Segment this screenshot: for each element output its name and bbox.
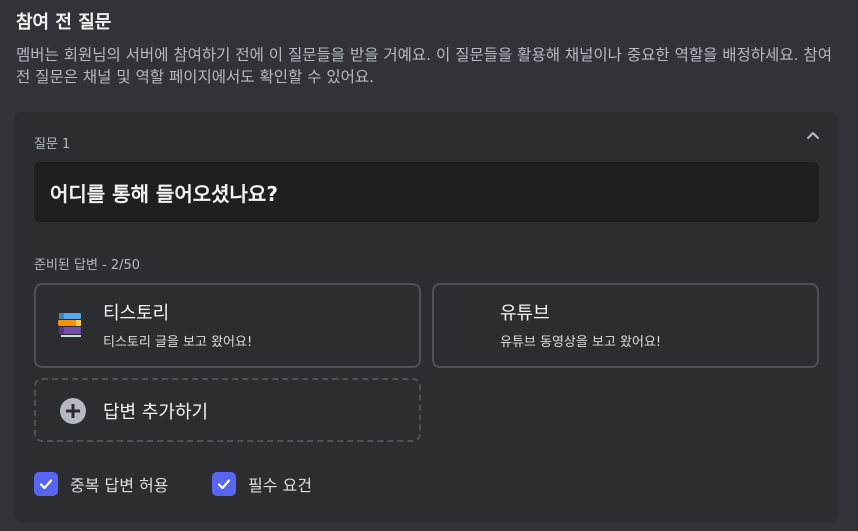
answer-description: 티스토리 글을 보고 왔어요! <box>103 335 253 350</box>
answer-option-youtube[interactable]: 유튜브 유튜브 동영상을 보고 왔어요! <box>432 283 819 368</box>
answers-count-label: 준비된 답변 - 2/50 <box>34 258 141 273</box>
allow-multiple-answers-label: 중복 답변 허용 <box>70 476 169 495</box>
answer-option-tistory[interactable]: 티스토리 티스토리 글을 보고 왔어요! <box>34 283 421 368</box>
question-card: 질문 1 어디를 통해 들어오셨나요? 준비된 답변 - 2/50 티스토리 티… <box>14 112 838 522</box>
books-emoji-icon <box>58 313 81 337</box>
answer-title: 유튜브 <box>500 303 550 324</box>
checkmark-icon <box>212 472 236 496</box>
answer-description: 유튜브 동영상을 보고 왔어요! <box>500 335 662 350</box>
answer-title: 티스토리 <box>103 303 170 324</box>
section-description: 멤버는 회원님의 서버에 참여하기 전에 이 질문들을 받을 거예요. 이 질문… <box>16 46 832 86</box>
add-answer-label: 답변 추가하기 <box>103 402 209 423</box>
chevron-up-icon[interactable] <box>806 128 820 142</box>
required-checkbox[interactable]: 필수 요건 <box>212 472 312 496</box>
allow-multiple-answers-checkbox[interactable]: 중복 답변 허용 <box>34 472 169 496</box>
checkmark-icon <box>34 472 58 496</box>
question-number-label: 질문 1 <box>34 137 71 152</box>
section-title: 참여 전 질문 <box>16 12 112 33</box>
add-answer-button[interactable]: 답변 추가하기 <box>34 378 421 442</box>
required-label: 필수 요건 <box>248 476 312 495</box>
plus-circle-icon <box>60 398 86 424</box>
question-text-input[interactable]: 어디를 통해 들어오셨나요? <box>34 162 819 222</box>
